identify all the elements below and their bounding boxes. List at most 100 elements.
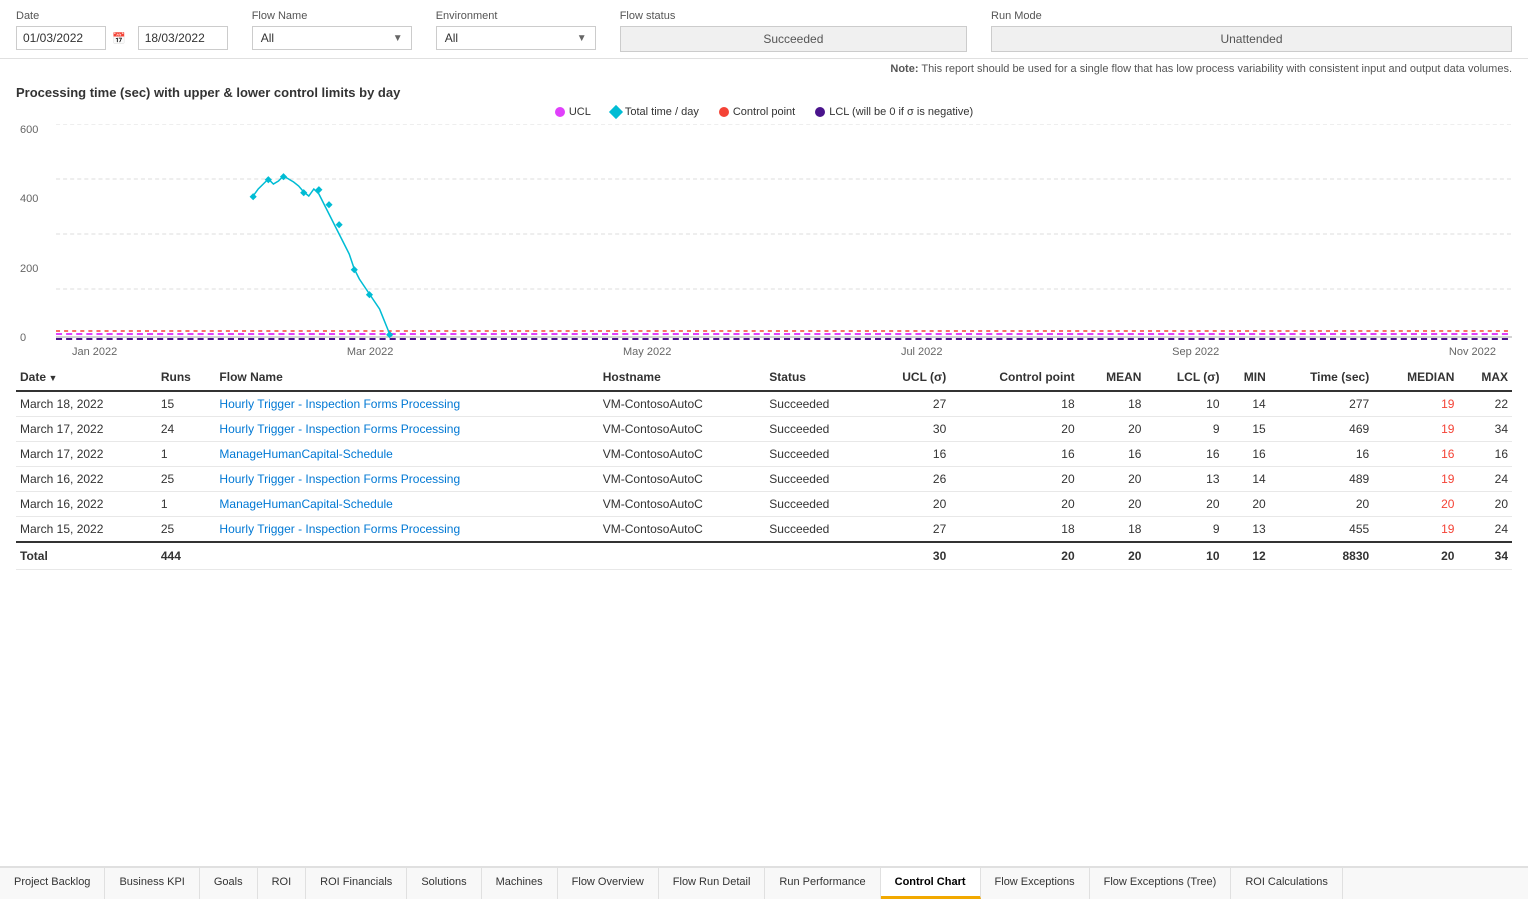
th-time-sec: Time (sec): [1270, 364, 1373, 391]
tab-flow-run-detail[interactable]: Flow Run Detail: [659, 868, 766, 899]
flow-status-button[interactable]: Succeeded: [620, 26, 967, 52]
table-row: March 17, 2022 1 ManageHumanCapital-Sche…: [16, 442, 1512, 467]
cell-flowname[interactable]: ManageHumanCapital-Schedule: [215, 442, 598, 467]
cell-min: 13: [1224, 517, 1270, 543]
cell-ucl: 27: [870, 391, 950, 417]
th-lcl: LCL (σ): [1145, 364, 1223, 391]
tab-flow-exceptions[interactable]: Flow Exceptions: [981, 868, 1090, 899]
flowname-label: Flow Name: [252, 10, 412, 22]
cell-control-point: 20: [950, 417, 1078, 442]
lcl-legend-dot: [815, 107, 825, 117]
cell-min: 16: [1224, 442, 1270, 467]
th-mean: MEAN: [1079, 364, 1146, 391]
cell-time-sec: 489: [1270, 467, 1373, 492]
th-median: MEDIAN: [1373, 364, 1458, 391]
cell-flowname[interactable]: Hourly Trigger - Inspection Forms Proces…: [215, 417, 598, 442]
flow-status-label: Flow status: [620, 10, 967, 22]
total-min: 12: [1224, 542, 1270, 570]
bottom-tab-bar: Project BacklogBusiness KPIGoalsROIROI F…: [0, 866, 1528, 899]
chart-svg: [56, 124, 1512, 344]
table-row: March 16, 2022 1 ManageHumanCapital-Sche…: [16, 492, 1512, 517]
cell-ucl: 20: [870, 492, 950, 517]
table-body: March 18, 2022 15 Hourly Trigger - Inspe…: [16, 391, 1512, 570]
cell-flowname[interactable]: Hourly Trigger - Inspection Forms Proces…: [215, 467, 598, 492]
cell-status: Succeeded: [765, 417, 870, 442]
tab-run-performance[interactable]: Run Performance: [765, 868, 880, 899]
th-min: MIN: [1224, 364, 1270, 391]
cell-mean: 20: [1079, 417, 1146, 442]
th-runs: Runs: [157, 364, 216, 391]
tab-goals[interactable]: Goals: [200, 868, 258, 899]
date-to-input[interactable]: [138, 26, 228, 50]
environment-label: Environment: [436, 10, 596, 22]
date-from-input[interactable]: [16, 26, 106, 50]
cell-date: March 17, 2022: [16, 442, 157, 467]
legend-total-time: Total time / day: [611, 106, 699, 118]
run-mode-button[interactable]: Unattended: [991, 26, 1512, 52]
tab-solutions[interactable]: Solutions: [407, 868, 481, 899]
tab-business-kpi[interactable]: Business KPI: [105, 868, 199, 899]
th-max: MAX: [1458, 364, 1512, 391]
cell-min: 20: [1224, 492, 1270, 517]
y-axis-labels: 600 400 200 0: [16, 124, 56, 344]
date-filter-group: Date 📅: [16, 10, 228, 50]
cell-mean: 16: [1079, 442, 1146, 467]
note-bar: Note: This report should be used for a s…: [0, 59, 1528, 79]
table-row: March 16, 2022 25 Hourly Trigger - Inspe…: [16, 467, 1512, 492]
x-label-may: May 2022: [623, 346, 671, 358]
tab-roi[interactable]: ROI: [258, 868, 307, 899]
cell-ucl: 26: [870, 467, 950, 492]
run-mode-filter-group: Run Mode Unattended: [991, 10, 1512, 52]
cell-runs: 24: [157, 417, 216, 442]
data-table-section: Date Runs Flow Name Hostname Status UCL …: [0, 364, 1528, 570]
th-ucl: UCL (σ): [870, 364, 950, 391]
cell-flowname[interactable]: Hourly Trigger - Inspection Forms Proces…: [215, 517, 598, 543]
environment-arrow-icon: ▼: [577, 33, 587, 44]
cell-median: 19: [1373, 417, 1458, 442]
x-label-nov: Nov 2022: [1449, 346, 1496, 358]
table-row: March 15, 2022 25 Hourly Trigger - Inspe…: [16, 517, 1512, 543]
tab-roi-financials[interactable]: ROI Financials: [306, 868, 407, 899]
cell-control-point: 20: [950, 492, 1078, 517]
tab-project-backlog[interactable]: Project Backlog: [0, 868, 105, 899]
cell-hostname: VM-ContosoAutoC: [599, 417, 766, 442]
cell-max: 34: [1458, 417, 1512, 442]
total-lcl: 10: [1145, 542, 1223, 570]
cell-min: 15: [1224, 417, 1270, 442]
ucl-legend-dot: [555, 107, 565, 117]
cell-median: 20: [1373, 492, 1458, 517]
lcl-legend-label: LCL (will be 0 if σ is negative): [829, 106, 973, 118]
tab-flow-overview[interactable]: Flow Overview: [558, 868, 659, 899]
cell-median: 19: [1373, 391, 1458, 417]
cell-status: Succeeded: [765, 467, 870, 492]
cell-max: 20: [1458, 492, 1512, 517]
total-hostname: [599, 542, 766, 570]
cell-date: March 16, 2022: [16, 492, 157, 517]
cell-control-point: 16: [950, 442, 1078, 467]
chart-section: Processing time (sec) with upper & lower…: [0, 79, 1528, 364]
cell-min: 14: [1224, 467, 1270, 492]
cell-hostname: VM-ContosoAutoC: [599, 442, 766, 467]
total-row: Total 444 30 20 20 10 12 8830 20 34: [16, 542, 1512, 570]
table-row: March 18, 2022 15 Hourly Trigger - Inspe…: [16, 391, 1512, 417]
total-label: Total: [16, 542, 157, 570]
calendar-icon[interactable]: 📅: [112, 32, 126, 45]
cell-mean: 20: [1079, 492, 1146, 517]
total-status: [765, 542, 870, 570]
cell-flowname[interactable]: Hourly Trigger - Inspection Forms Proces…: [215, 391, 598, 417]
cell-hostname: VM-ContosoAutoC: [599, 391, 766, 417]
data-table: Date Runs Flow Name Hostname Status UCL …: [16, 364, 1512, 570]
flow-status-filter-group: Flow status Succeeded: [620, 10, 967, 52]
th-date: Date: [16, 364, 157, 391]
flowname-dropdown[interactable]: All ▼: [252, 26, 412, 50]
cell-max: 24: [1458, 467, 1512, 492]
environment-dropdown[interactable]: All ▼: [436, 26, 596, 50]
cell-runs: 15: [157, 391, 216, 417]
cell-flowname[interactable]: ManageHumanCapital-Schedule: [215, 492, 598, 517]
tab-roi-calculations[interactable]: ROI Calculations: [1231, 868, 1343, 899]
tab-control-chart[interactable]: Control Chart: [881, 868, 981, 899]
note-text: This report should be used for a single …: [921, 63, 1512, 75]
tab-flow-exceptions-tree[interactable]: Flow Exceptions (Tree): [1090, 868, 1232, 899]
tab-machines[interactable]: Machines: [482, 868, 558, 899]
legend-lcl: LCL (will be 0 if σ is negative): [815, 106, 973, 118]
